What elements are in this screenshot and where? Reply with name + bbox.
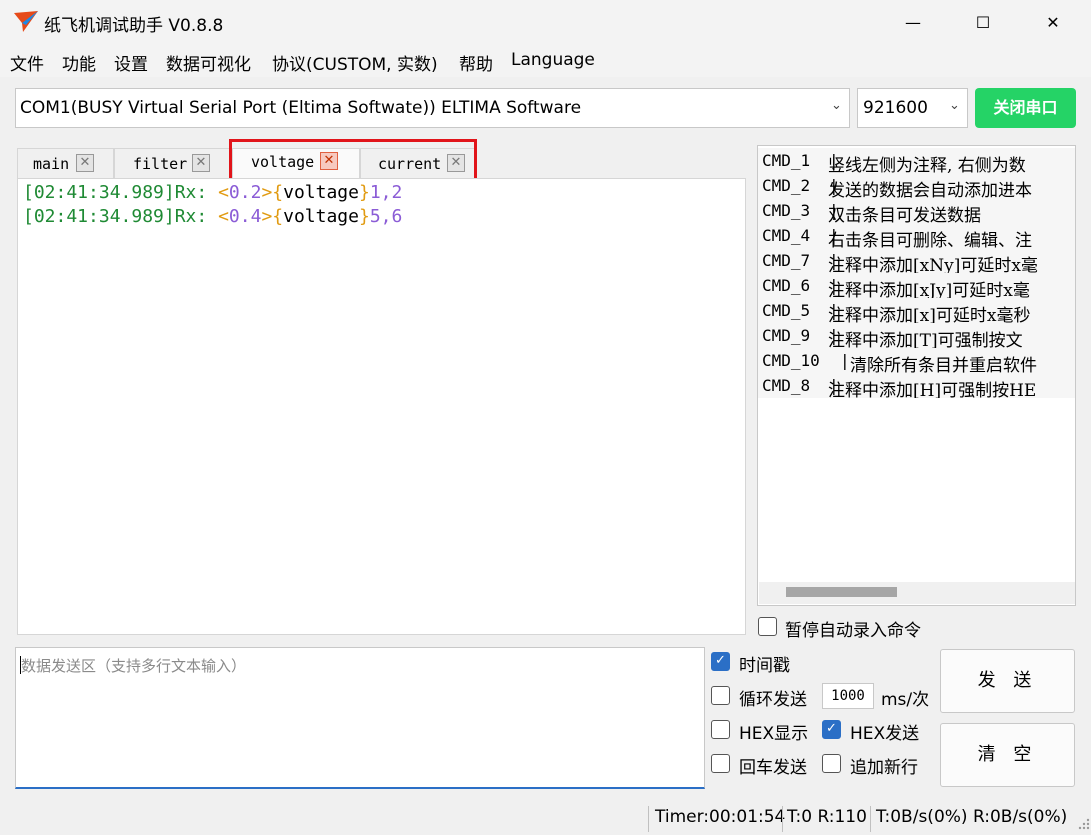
port-select-value: COM1(BUSY Virtual Serial Port (Eltima So… (20, 98, 582, 118)
status-divider (782, 806, 783, 832)
interval-unit: ms/次 (881, 690, 930, 710)
status-bar: Timer:00:01:54 T:0 R:110 T:0B/s(0%) R:0B… (0, 803, 1091, 835)
append-newline-checkbox[interactable] (822, 754, 841, 773)
receive-line: [02:41:34.989]Rx: <0.2>{voltage}1,2 (23, 182, 403, 203)
send-input-placeholder: 数据发送区（支持多行文本输入） (21, 657, 247, 675)
hex-display-checkbox[interactable] (711, 720, 730, 739)
status-divider (648, 806, 649, 832)
command-item[interactable]: CMD_8 注释中添加[H]可强制按HE | (758, 373, 1075, 398)
command-item[interactable]: CMD_1 竖线左侧为注释, 右侧为数 | (758, 148, 1075, 173)
command-item[interactable]: CMD_5 注释中添加[x]可延时x毫秒 | (758, 298, 1075, 323)
title-bar: 纸飞机调试助手 V0.8.8 — ☐ ✕ (0, 0, 1091, 45)
tab-main[interactable]: main ✕ (17, 148, 114, 178)
timestamp-checkbox[interactable]: ✓ (711, 652, 730, 671)
menu-bar: 文件 功能 设置 数据可视化 协议(CUSTOM, 实数) 帮助 Languag… (0, 45, 1091, 77)
menu-language[interactable]: Language (511, 50, 595, 70)
close-button[interactable]: ✕ (1018, 0, 1088, 45)
menu-function[interactable]: 功能 (62, 50, 96, 75)
send-input[interactable]: 数据发送区（支持多行文本输入） (15, 647, 705, 789)
hex-display-label: HEX显示 (739, 724, 809, 744)
tab-filter[interactable]: filter ✕ (114, 148, 230, 178)
menu-settings[interactable]: 设置 (114, 50, 148, 75)
append-newline-label: 追加新行 (850, 758, 918, 778)
menu-protocol[interactable]: 协议(CUSTOM, 实数) (272, 50, 438, 75)
minimize-button[interactable]: — (878, 0, 948, 45)
cr-send-checkbox[interactable] (711, 754, 730, 773)
close-port-button[interactable]: 关闭串口 (975, 88, 1076, 128)
loop-send-label: 循环发送 (739, 690, 807, 710)
receive-panel[interactable]: [02:41:34.989]Rx: <0.2>{voltage}1,2 [02:… (17, 178, 746, 635)
loop-send-checkbox[interactable] (711, 686, 730, 705)
send-button[interactable]: 发 送 (940, 649, 1075, 713)
command-item[interactable]: CMD_2 发送的数据会自动添加进本 | (758, 173, 1075, 198)
command-item[interactable]: CMD_7 注释中添加[xNy]可延时x毫 | (758, 248, 1075, 273)
tab-label: filter (133, 155, 188, 173)
status-divider (870, 806, 871, 832)
timestamp-label: 时间戳 (739, 656, 790, 676)
horizontal-scrollbar[interactable] (759, 582, 1075, 604)
tab-close-icon[interactable]: ✕ (76, 154, 94, 172)
maximize-button[interactable]: ☐ (948, 0, 1018, 45)
menu-file[interactable]: 文件 (10, 50, 44, 75)
pause-record-checkbox[interactable] (758, 617, 777, 636)
baud-select-value: 921600 (863, 98, 928, 118)
command-item[interactable]: CMD_10 清除所有条目并重启软件 | (758, 348, 1075, 373)
pause-record-label: 暂停自动录入命令 (785, 621, 921, 641)
status-rates: T:0B/s(0%) R:0B/s(0%) (876, 807, 1068, 827)
window-title: 纸飞机调试助手 V0.8.8 (44, 16, 224, 36)
hex-send-checkbox[interactable]: ✓ (822, 720, 841, 739)
port-select[interactable]: COM1(BUSY Virtual Serial Port (Eltima So… (15, 88, 850, 128)
chevron-down-icon: ⌄ (831, 98, 842, 113)
paper-plane-icon (14, 11, 38, 32)
scrollbar-thumb[interactable] (786, 587, 897, 597)
tab-close-icon[interactable]: ✕ (192, 154, 210, 172)
resize-grip-icon[interactable] (1078, 818, 1090, 830)
tab-label: main (33, 155, 70, 173)
command-item[interactable]: CMD_3 双击条目可发送数据 | (758, 198, 1075, 223)
baud-select[interactable]: 921600 ⌄ (857, 88, 968, 128)
menu-help[interactable]: 帮助 (459, 50, 493, 75)
status-counts: T:0 R:110 (787, 807, 867, 827)
hex-send-label: HEX发送 (850, 724, 920, 744)
receive-line: [02:41:34.989]Rx: <0.4>{voltage}5,6 (23, 206, 403, 227)
interval-input[interactable]: 1000 (822, 683, 874, 709)
status-timer: Timer:00:01:54 (655, 807, 786, 827)
command-item[interactable]: CMD_9 注释中添加[T]可强制按文 | (758, 323, 1075, 348)
tab-highlight-box (229, 139, 477, 181)
command-item[interactable]: CMD_4 右击条目可删除、编辑、注 | (758, 223, 1075, 248)
command-list[interactable]: CMD_1 竖线左侧为注释, 右侧为数 | CMD_2 发送的数据会自动添加进本 | C… (757, 145, 1076, 606)
command-item[interactable]: CMD_6 注释中添加[xJy]可延时x毫 | (758, 273, 1075, 298)
menu-visualization[interactable]: 数据可视化 (166, 50, 251, 75)
clear-button[interactable]: 清 空 (940, 723, 1075, 787)
chevron-down-icon: ⌄ (949, 98, 960, 113)
cr-send-label: 回车发送 (739, 758, 807, 778)
